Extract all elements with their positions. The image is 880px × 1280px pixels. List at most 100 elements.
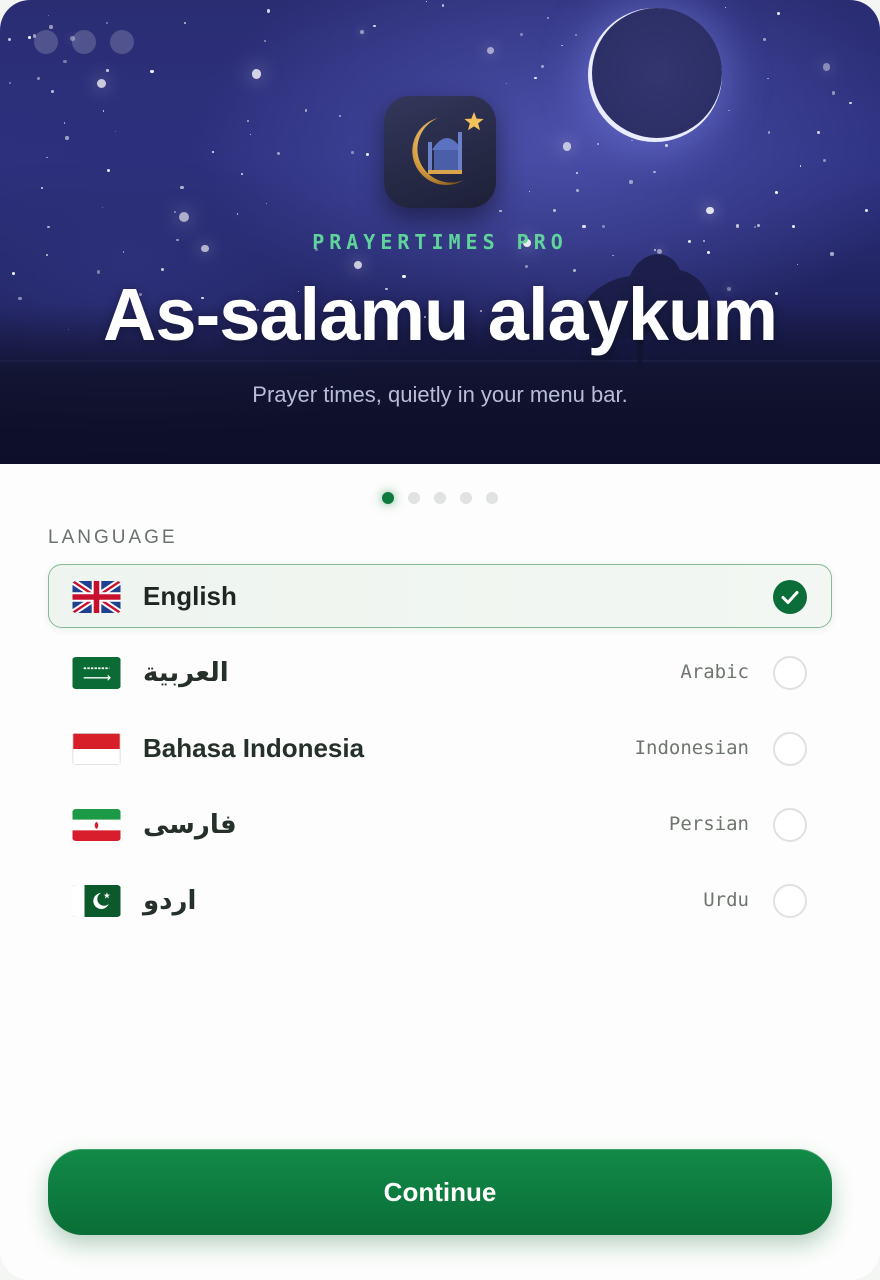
star-dot [97,79,107,89]
star-dot [150,69,154,74]
star-dot [561,44,563,47]
star-dot [366,153,370,156]
star-dot [174,211,176,214]
star-dot [574,33,578,37]
language-option-indonesian[interactable]: Bahasa Indonesia Indonesian [48,716,832,780]
star-dot [47,14,50,17]
language-english-name: Urdu [703,889,749,911]
star-dot [45,253,48,257]
star-dot [305,109,308,112]
window-minimize-button[interactable] [72,30,96,54]
star-dot [251,69,262,79]
star-dot [41,187,44,190]
star-dot [65,136,69,140]
star-dot [505,82,508,85]
star-dot [776,12,780,15]
star-dot [562,142,571,151]
star-dot [276,151,280,155]
language-radio[interactable] [773,808,807,842]
star-dot [767,131,771,135]
star-dot [534,76,537,80]
moon-shadow [592,8,722,138]
window-controls [34,30,134,54]
language-option-arabic[interactable]: العربية Arabic [48,640,832,704]
language-radio[interactable] [773,732,807,766]
star-dot [353,261,362,270]
language-english-name: Arabic [680,661,749,683]
star-dot [373,24,377,28]
star-dot [63,59,67,64]
star-dot [822,63,831,71]
crescent-mosque-icon [384,96,496,208]
page-dot-5 [486,492,498,504]
star-dot [767,77,769,80]
star-dot [653,170,656,174]
star-dot [832,91,836,95]
language-native-name: Bahasa Indonesia [143,733,365,763]
star-dot [161,267,165,271]
star-dot [9,81,11,84]
star-dot [338,114,342,118]
tagline: Prayer times, quietly in your menu bar. [252,382,628,407]
continue-button[interactable]: Continue [48,1149,832,1235]
page-dot-3 [434,492,446,504]
star-dot [602,224,605,228]
star-dot [763,38,767,41]
star-dot [246,120,249,123]
star-dot [63,121,66,124]
onboarding-page-indicator [382,492,498,504]
star-dot [629,180,633,184]
star-dot [351,150,354,154]
star-dot [183,22,187,25]
star-dot [266,9,271,13]
star-dot [114,131,116,133]
star-dot [756,223,761,227]
brand-name: PRAYERTIMES PRO [312,230,568,254]
star-dot [754,225,757,229]
star-dot [37,76,41,80]
language-radio-checked[interactable] [773,580,807,614]
star-dot [519,33,523,36]
language-native-name: العربية [143,657,229,687]
indonesia-flag-icon [72,733,121,765]
star-dot [706,206,714,215]
language-option-urdu[interactable]: اردو Urdu [48,868,832,932]
language-english-name: Indonesian [634,737,749,759]
star-dot [864,208,869,213]
greeting-title: As-salamu alaykum [102,273,778,356]
onboarding-window: PRAYERTIMES PRO As-salamu alaykum Prayer… [0,0,880,1280]
star-dot [575,188,579,192]
star-dot [799,165,802,167]
language-option-persian[interactable]: فارسی Persian [48,792,832,856]
star-dot [28,36,31,39]
star-dot [822,159,826,162]
star-dot [263,40,266,42]
star-dot [546,17,549,20]
star-dot [46,225,50,229]
star-dot [817,130,821,134]
language-option-english[interactable]: English [48,564,832,628]
star-dot [630,139,633,142]
star-dot [528,190,531,193]
hero-banner: PRAYERTIMES PRO As-salamu alaykum Prayer… [0,0,880,464]
star-dot [101,206,104,209]
window-zoom-button[interactable] [110,30,134,54]
language-radio[interactable] [773,884,807,918]
language-native-name: اردو [143,885,197,915]
pakistan-flag-icon [72,885,121,917]
page-dot-1 [382,492,394,504]
language-native-name: English [143,581,237,611]
window-close-button[interactable] [34,30,58,54]
language-radio[interactable] [773,656,807,690]
star-dot [541,65,544,68]
star-dot [576,172,578,174]
star-dot [796,264,798,266]
star-dot [106,169,110,173]
star-dot [102,110,105,112]
star-dot [425,0,427,3]
language-native-name: فارسی [143,809,237,839]
uk-flag-icon [72,581,121,613]
language-section-label: LANGUAGE [48,527,178,548]
star-dot [582,225,586,229]
star-dot [240,172,243,175]
